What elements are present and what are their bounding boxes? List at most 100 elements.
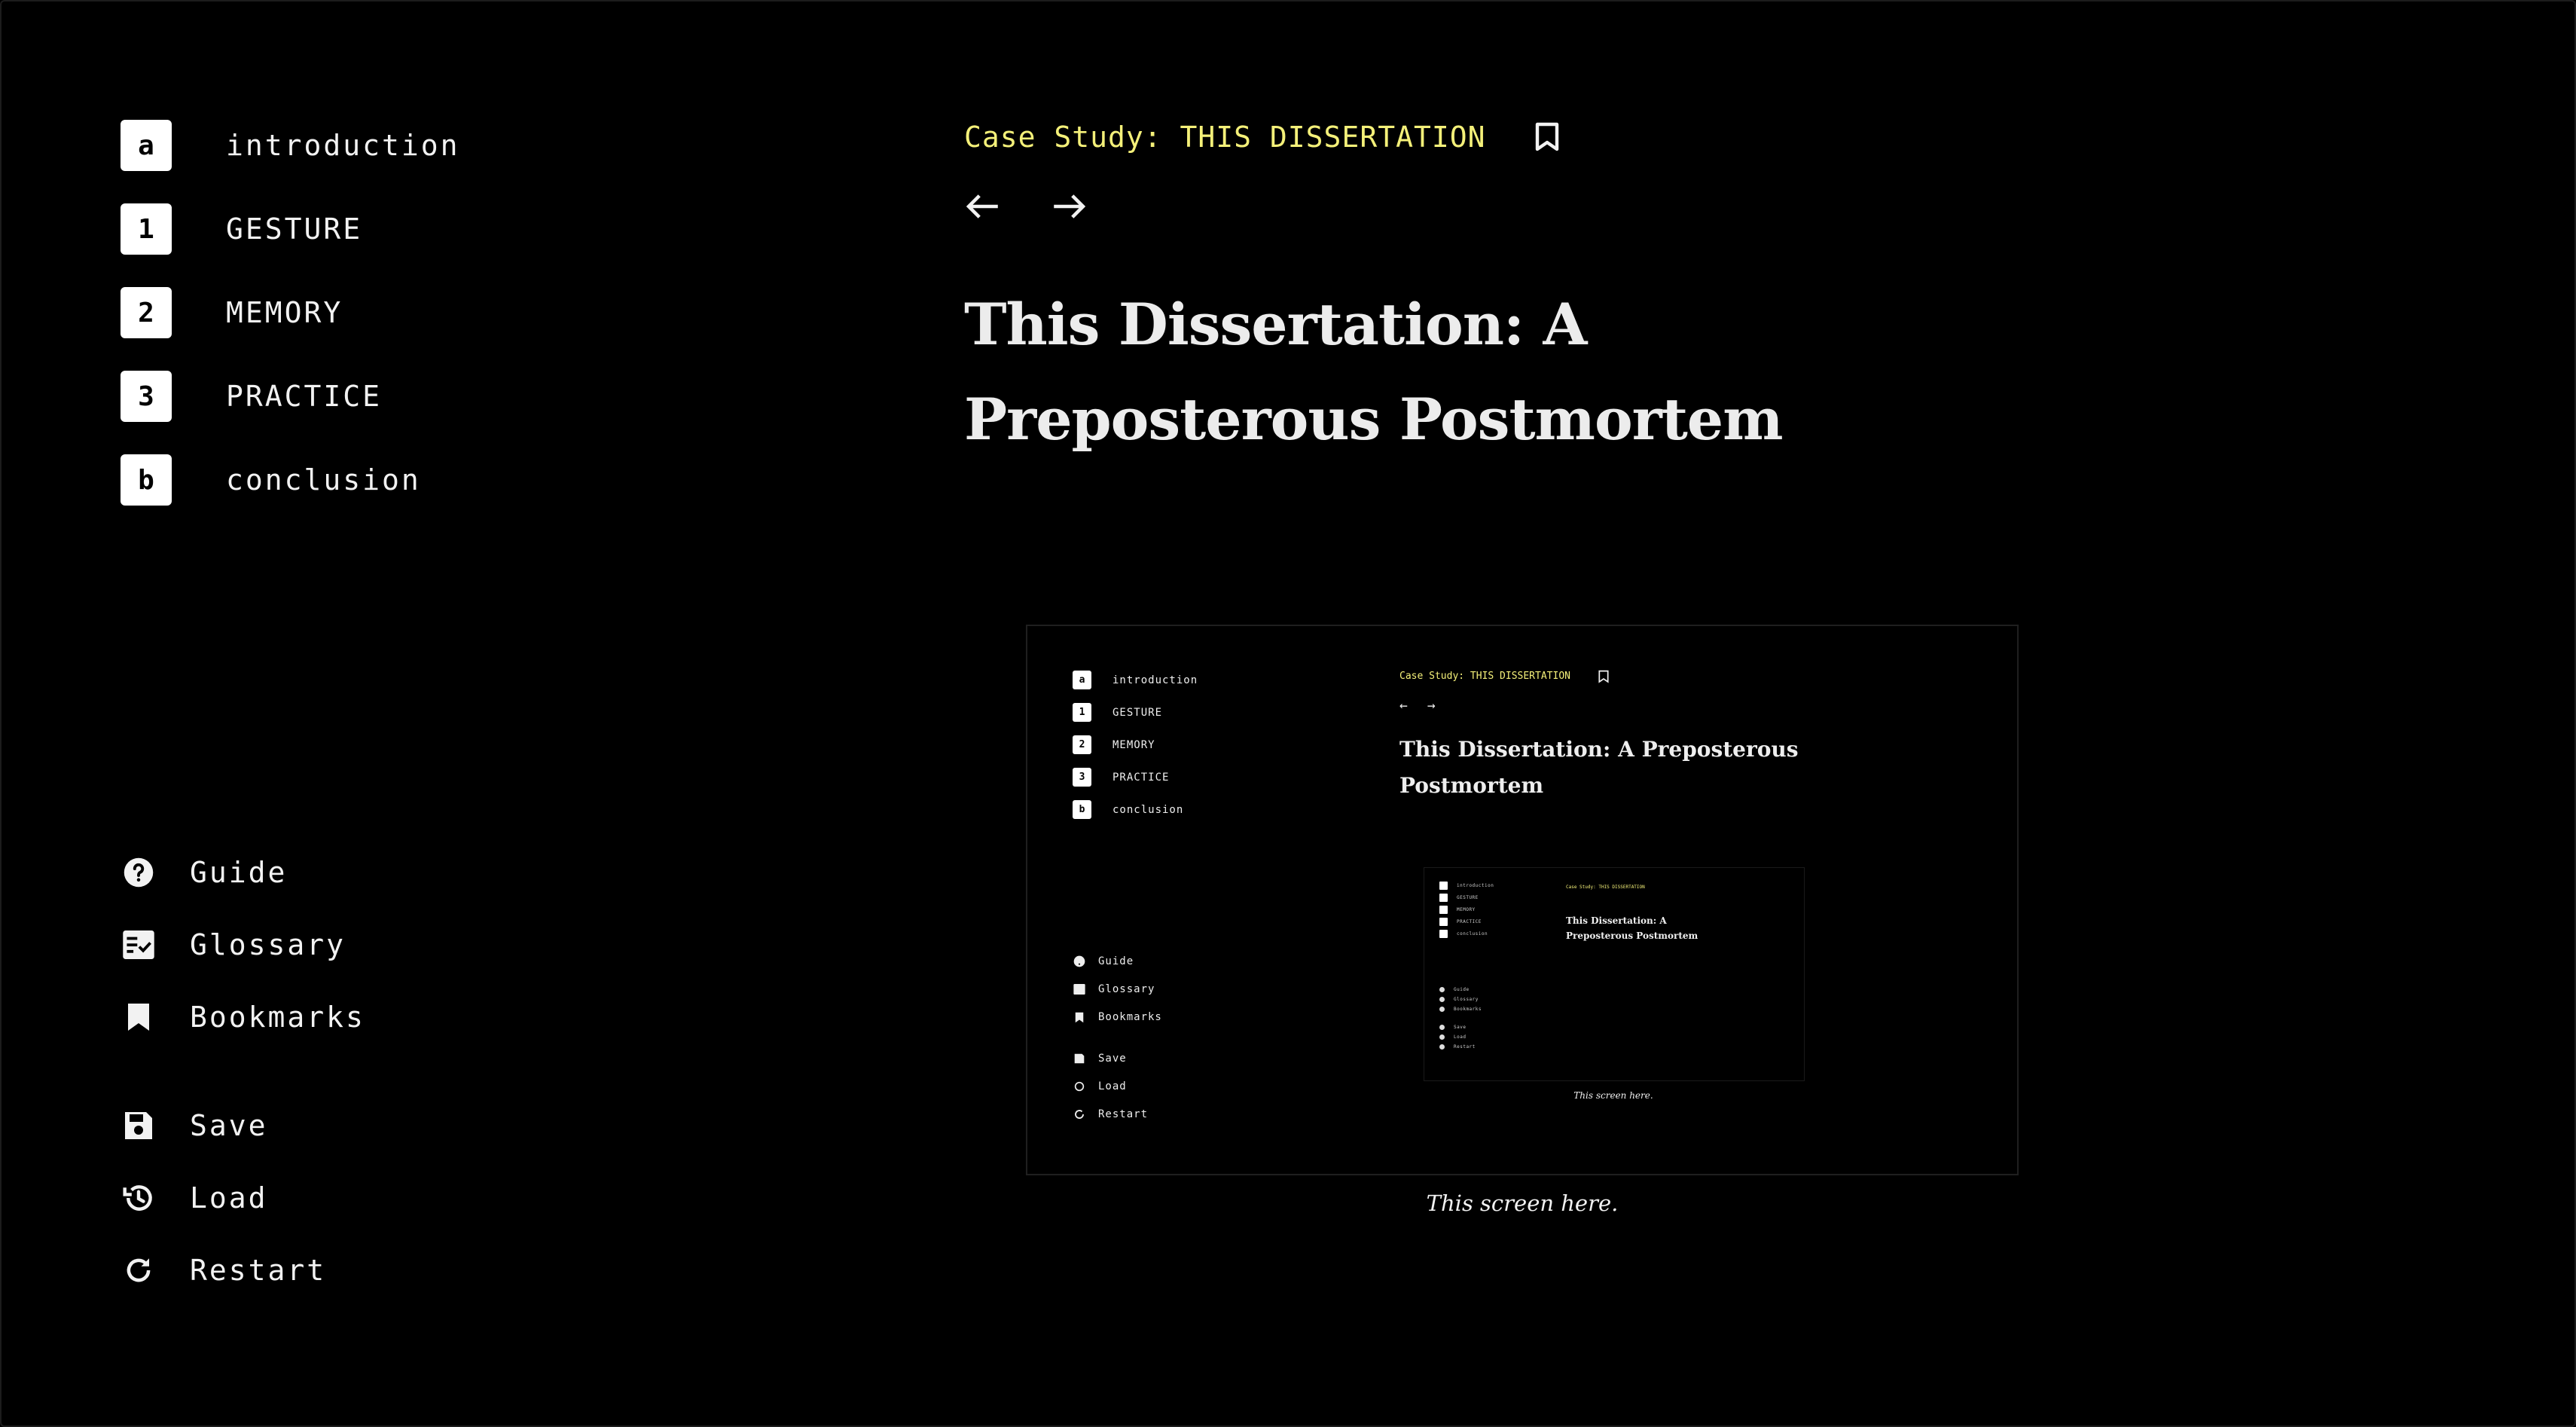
chapter-introduction[interactable]: a introduction <box>121 119 460 172</box>
micro-menu-icon <box>1439 1025 1445 1030</box>
micro-menu-icon <box>1439 1007 1445 1012</box>
chapter-conclusion[interactable]: b conclusion <box>121 454 460 506</box>
session-menu: Save Load Restart <box>121 1103 326 1320</box>
mini-page-arrows: ←→ <box>1399 698 1455 714</box>
micro-menu-icon <box>1439 997 1445 1002</box>
micro-page-title: This Dissertation: A Preposterous Postmo… <box>1566 915 1699 941</box>
chapter-label: conclusion <box>226 463 421 497</box>
mini-menu-item: Glossary <box>1073 982 1155 996</box>
bookmarks-button[interactable]: Bookmarks <box>121 995 365 1040</box>
mini-restart-label: Restart <box>1098 1108 1149 1120</box>
chapter-memory[interactable]: 2 MEMORY <box>121 286 460 339</box>
chapter-label: MEMORY <box>226 296 343 329</box>
next-page-button[interactable] <box>1051 188 1088 225</box>
mini-menu-item: Guide <box>1073 955 1134 968</box>
mini-menu-item: Load <box>1073 1080 1127 1093</box>
micro-chapter-badge <box>1439 894 1448 902</box>
chapter-gesture[interactable]: 1 GESTURE <box>121 203 460 255</box>
load-button[interactable]: Load <box>121 1175 326 1221</box>
micro-chapter: conclusion <box>1439 930 1488 938</box>
micro-chapter: GESTURE <box>1439 894 1479 902</box>
micro-chapter-badge <box>1439 930 1448 938</box>
micro-menu-icon <box>1439 1044 1445 1050</box>
mini-guide-label: Guide <box>1098 955 1134 967</box>
glossary-checklist-icon <box>121 927 157 963</box>
micro-menu-icon <box>1439 1034 1445 1040</box>
micro-menu-item: Load <box>1439 1034 1466 1040</box>
load-label: Load <box>190 1181 268 1215</box>
mini-menu-item: Bookmarks <box>1073 1010 1162 1024</box>
mini-bookmark-icon <box>1073 1010 1086 1024</box>
mini-chapter-label: conclusion <box>1113 803 1184 816</box>
micro-chapter-label: MEMORY <box>1457 907 1476 912</box>
mini-refresh-icon <box>1073 1108 1086 1121</box>
history-icon <box>121 1180 157 1216</box>
arrow-right-icon <box>1054 194 1086 218</box>
micro-menu-item: Save <box>1439 1025 1466 1030</box>
micro-menu-label: Guide <box>1454 987 1470 992</box>
micro-chapter: PRACTICE <box>1439 918 1482 926</box>
mini-chapter: a introduction <box>1073 671 1198 689</box>
chapter-badge: b <box>121 454 172 506</box>
mini-glossary-label: Glossary <box>1098 983 1155 995</box>
save-label: Save <box>190 1109 268 1142</box>
mini-chapter-badge: 1 <box>1073 703 1091 722</box>
mini-chapter-badge: a <box>1073 671 1091 689</box>
case-study-label: Case Study: THIS DISSERTATION <box>964 121 1486 154</box>
bookmark-outline-icon <box>1536 122 1559 151</box>
micro-chapter-label: PRACTICE <box>1457 919 1482 924</box>
reference-menu: Guide Glossary Bookmarks <box>121 850 365 1067</box>
micro-menu-label: Save <box>1454 1025 1467 1030</box>
bookmarks-label: Bookmarks <box>190 1001 365 1034</box>
mini-chapter-label: GESTURE <box>1113 706 1163 719</box>
mini-chapter-label: PRACTICE <box>1113 771 1170 784</box>
mini-chapter: 3 PRACTICE <box>1073 768 1169 787</box>
bookmark-toggle-button[interactable] <box>1532 119 1562 155</box>
micro-chapter: introduction <box>1439 882 1494 890</box>
nested-screenshot-inner: introduction GESTURE MEMORY PRACTICE con… <box>1424 867 1805 1081</box>
mini-chapter-label: MEMORY <box>1113 738 1155 751</box>
page-navigation <box>964 188 1139 225</box>
micro-menu-label: Glossary <box>1454 997 1479 1002</box>
mini-figure-caption: This screen here. <box>1573 1090 1653 1101</box>
micro-menu-item: Glossary <box>1439 997 1479 1002</box>
chapter-badge: a <box>121 120 172 171</box>
chapter-label: PRACTICE <box>226 380 383 413</box>
micro-chapter-badge <box>1439 918 1448 926</box>
arrow-left-icon <box>966 194 998 218</box>
chapter-practice[interactable]: 3 PRACTICE <box>121 370 460 423</box>
refresh-icon <box>121 1252 157 1288</box>
mini-bookmarks-label: Bookmarks <box>1098 1011 1162 1023</box>
help-circle-icon <box>121 854 157 891</box>
restart-label: Restart <box>190 1254 327 1287</box>
micro-menu-item: Restart <box>1439 1044 1476 1050</box>
guide-button[interactable]: Guide <box>121 850 365 895</box>
micro-chapter-badge <box>1439 906 1448 914</box>
mini-menu-item: Save <box>1073 1052 1127 1065</box>
screenshot-figure: a introduction 1 GESTURE 2 MEMORY 3 PRACTICE… <box>1026 625 2019 1175</box>
mini-menu-item: Restart <box>1073 1108 1148 1121</box>
bookmark-icon <box>121 999 157 1035</box>
mini-chapter-label: introduction <box>1113 674 1198 686</box>
guide-label: Guide <box>190 856 288 889</box>
micro-case-study-label: Case Study: THIS DISSERTATION <box>1566 885 1645 890</box>
page-title: This Dissertation: A Preposterous Postmo… <box>964 291 1784 453</box>
micro-chapter-label: GESTURE <box>1457 895 1479 900</box>
mini-chapter-badge: 3 <box>1073 768 1091 787</box>
save-button[interactable]: Save <box>121 1103 326 1148</box>
micro-chapter-label: conclusion <box>1457 931 1488 937</box>
nested-screenshot: a introduction 1 GESTURE 2 MEMORY 3 PRACTICE… <box>1027 626 2017 1174</box>
glossary-button[interactable]: Glossary <box>121 922 365 967</box>
micro-chapter: MEMORY <box>1439 906 1476 914</box>
mini-history-icon <box>1073 1080 1086 1093</box>
restart-button[interactable]: Restart <box>121 1248 326 1293</box>
micro-menu-item: Guide <box>1439 987 1470 992</box>
micro-menu-icon <box>1439 987 1445 992</box>
previous-page-button[interactable] <box>964 188 1000 225</box>
mini-bookmark-outline-icon <box>1598 670 1609 683</box>
mini-help-circle-icon <box>1073 955 1086 968</box>
micro-menu-item: Bookmarks <box>1439 1007 1482 1012</box>
chapter-badge: 3 <box>121 371 172 422</box>
glossary-label: Glossary <box>190 928 346 961</box>
mini-chapter: 1 GESTURE <box>1073 703 1162 722</box>
